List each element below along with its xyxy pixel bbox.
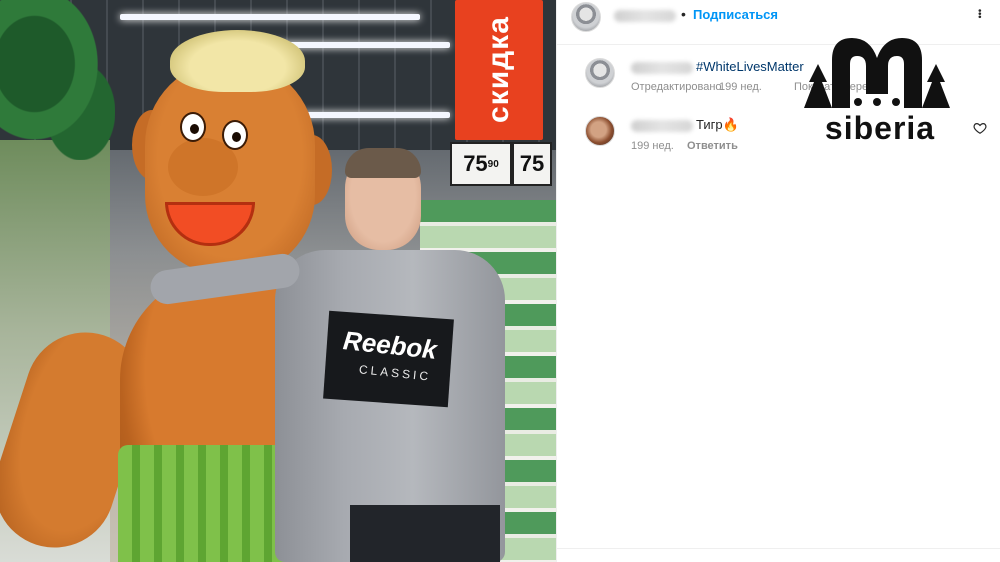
person-legs — [350, 505, 500, 562]
mascot-eye — [222, 120, 248, 150]
caption-age[interactable]: 199 нед. — [719, 81, 762, 93]
price-value-side: 75 — [519, 151, 545, 176]
comment-age[interactable]: 199 нед. — [631, 140, 674, 152]
author-username-blurred[interactable] — [614, 10, 676, 22]
watermark-text: siberia — [824, 110, 936, 146]
comment-text: Тигр🔥 — [696, 117, 739, 132]
more-icon: ••• — [975, 8, 985, 18]
post-photo[interactable]: скидка 75 90 75 Reebok CLASSIC — [0, 0, 556, 562]
follow-button[interactable]: Подписаться — [693, 7, 778, 22]
price-cents: 90 — [487, 158, 499, 170]
commenter-username-blurred[interactable] — [631, 120, 693, 132]
like-comment-heart-icon[interactable] — [973, 121, 987, 135]
author-avatar[interactable] — [571, 2, 601, 32]
caption-edited-label: Отредактировано — [631, 81, 722, 93]
price-tag: 75 90 — [450, 142, 512, 186]
caption-username-blurred[interactable] — [631, 62, 693, 74]
caption-author-avatar[interactable] — [585, 58, 615, 88]
price-value: 75 — [463, 151, 488, 176]
ceiling-light — [300, 112, 450, 118]
caption-hashtag[interactable]: #WhiteLivesMatter — [696, 59, 804, 74]
commenter-avatar[interactable] — [585, 116, 615, 146]
more-options-button[interactable]: ••• — [975, 5, 985, 23]
palm-leaf-decoration — [0, 0, 115, 160]
mascot-eye — [180, 112, 206, 142]
ceiling-light — [120, 14, 420, 20]
header-separator: • — [681, 6, 686, 22]
discount-sign-text: скидка — [482, 16, 515, 124]
mascot-hair — [170, 30, 305, 92]
person-hair — [345, 148, 421, 178]
price-tag-side: 75 — [512, 142, 552, 186]
panel-divider — [557, 548, 1000, 549]
reply-button[interactable]: Ответить — [687, 140, 738, 152]
